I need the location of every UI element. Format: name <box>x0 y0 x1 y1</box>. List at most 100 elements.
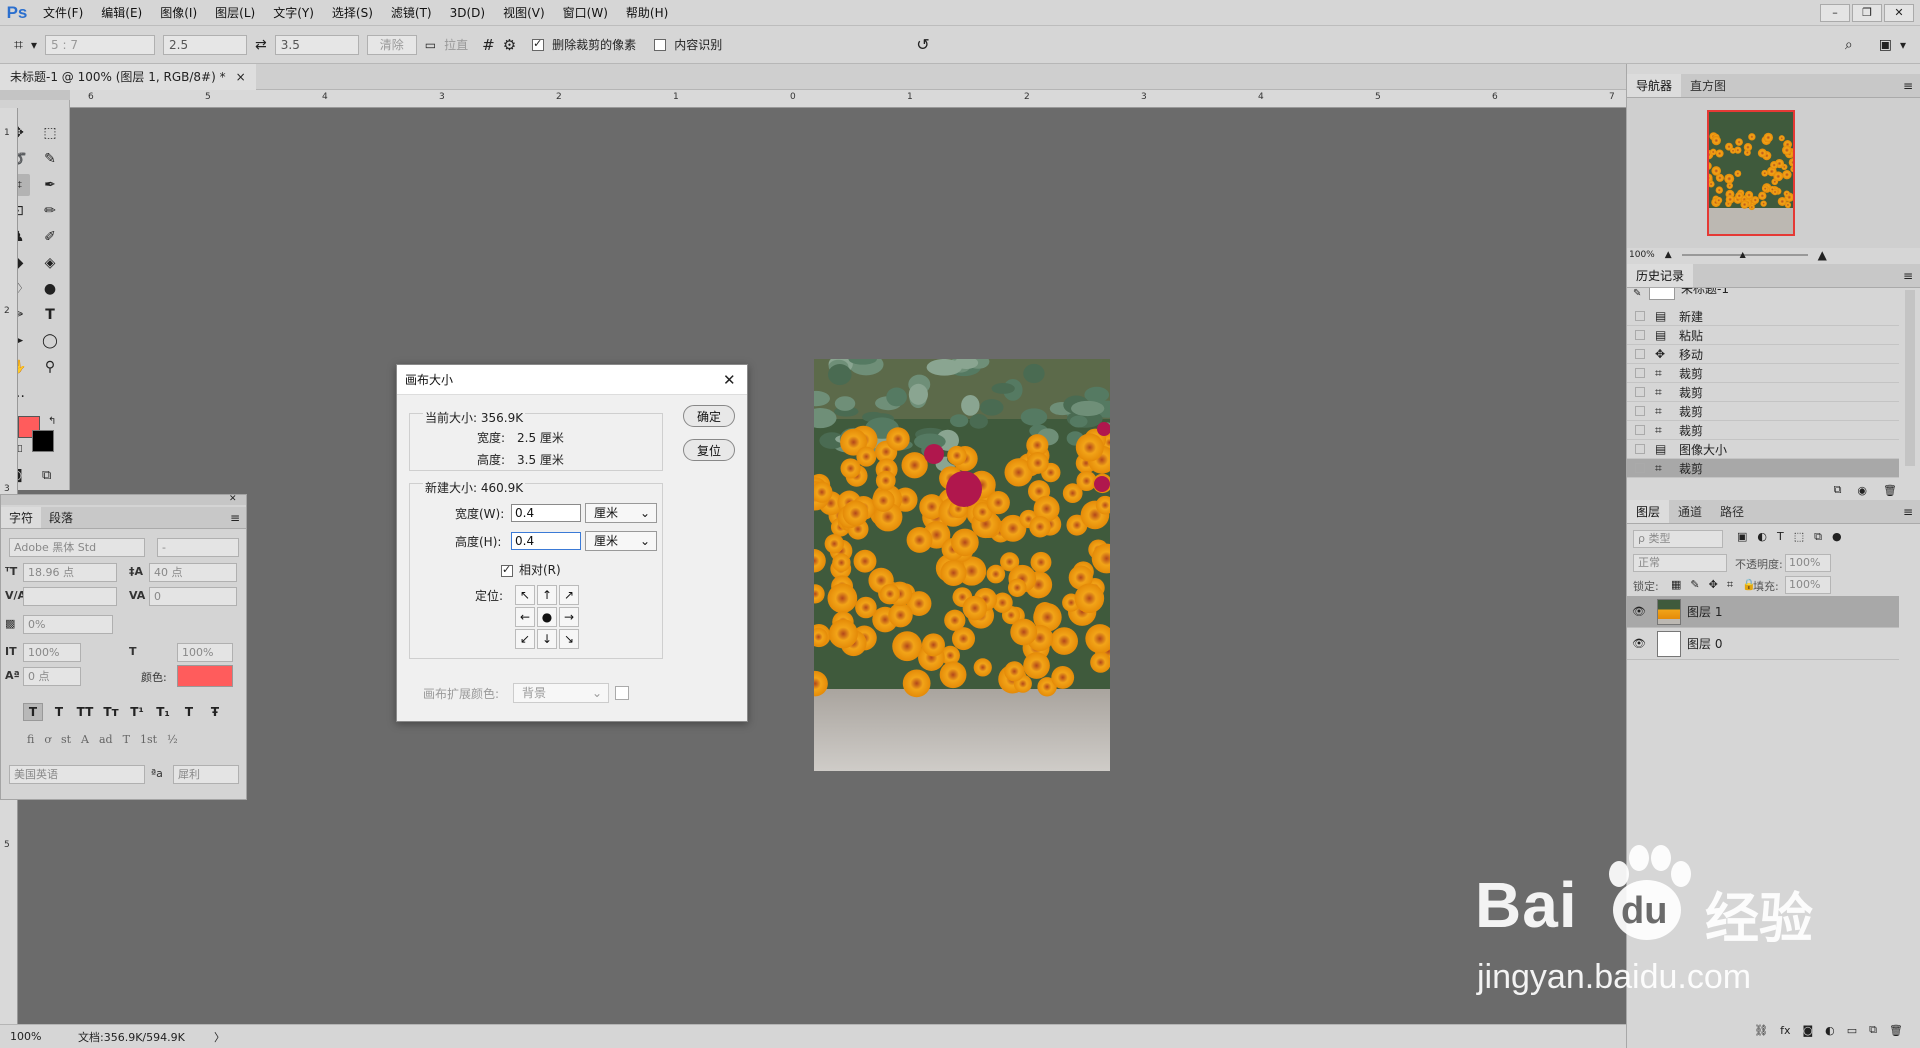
panel-menu-icon[interactable]: ≡ <box>230 507 246 528</box>
link-icon[interactable]: ⛓ <box>1754 1024 1768 1037</box>
layer-name[interactable]: 图层 0 <box>1687 635 1722 652</box>
menu-item[interactable]: 图像(I) <box>151 0 206 26</box>
reset-crop-icon[interactable]: ↺ <box>916 35 929 54</box>
ellipse-tool-icon[interactable]: ◯ <box>38 330 62 352</box>
aa-mode-select[interactable]: 犀利 <box>173 765 239 784</box>
filter-shape-icon[interactable]: ⬚ <box>1794 530 1804 544</box>
baseline-field[interactable]: 0 点 <box>23 667 81 686</box>
layer-name[interactable]: 图层 1 <box>1687 603 1722 620</box>
menu-item[interactable]: 编辑(E) <box>92 0 151 26</box>
menu-item[interactable]: 帮助(H) <box>617 0 677 26</box>
zoom-tool-icon[interactable]: ⚲ <box>38 356 62 378</box>
relative-checkbox[interactable] <box>501 563 513 577</box>
width-input[interactable]: 0.4 <box>511 504 581 522</box>
tab-history[interactable]: 历史记录 <box>1627 264 1694 287</box>
zoom-level[interactable]: 100% <box>0 1030 60 1043</box>
history-item[interactable]: ⌗ 裁剪 <box>1627 402 1899 421</box>
menu-item[interactable]: 图层(L) <box>206 0 264 26</box>
document-tab[interactable]: 未标题-1 @ 100% (图层 1, RGB/8#) * × <box>0 64 256 90</box>
history-item[interactable]: ⌗ 裁剪 <box>1627 459 1899 478</box>
new-layer-icon[interactable]: ⧉ <box>1869 1023 1877 1037</box>
lock-artboard-icon[interactable]: ⌗ <box>1727 578 1733 592</box>
history-item[interactable]: ▤ 图像大小 <box>1627 440 1899 459</box>
anchor-cell[interactable]: ↘ <box>559 629 579 649</box>
opentype-button[interactable]: st <box>61 733 71 746</box>
history-item[interactable]: ⌗ 裁剪 <box>1627 383 1899 402</box>
dodge-icon[interactable]: ● <box>38 278 62 300</box>
text-style-button[interactable]: TT <box>75 703 95 721</box>
menu-item[interactable]: 窗口(W) <box>554 0 617 26</box>
history-snapshot[interactable]: ✎ 未标题-1 <box>1627 288 1920 304</box>
history-source-box[interactable] <box>1635 425 1645 435</box>
anchor-cell[interactable]: ← <box>515 607 535 627</box>
filter-toggle-icon[interactable]: ● <box>1832 530 1842 544</box>
history-item[interactable]: ✥ 移动 <box>1627 345 1899 364</box>
tool-preset-dropdown-icon[interactable]: ▾ <box>31 38 37 52</box>
text-style-button[interactable]: T₁ <box>153 703 173 721</box>
camera-icon[interactable]: ◉ <box>1857 484 1867 497</box>
minimize-icon[interactable]: – <box>1820 3 1850 22</box>
anchor-cell[interactable]: ↓ <box>537 629 557 649</box>
anchor-cell[interactable]: ↗ <box>559 585 579 605</box>
horizontal-scale-field[interactable]: 100% <box>177 643 233 662</box>
navigator-zoom-value[interactable]: 100% <box>1629 250 1655 260</box>
gear-icon[interactable]: ⚙ <box>503 36 516 54</box>
anchor-cell[interactable]: → <box>559 607 579 627</box>
swap-icon[interactable]: ⇄ <box>255 37 267 53</box>
history-item[interactable]: ⌗ 裁剪 <box>1627 421 1899 440</box>
opacity-field[interactable]: 100% <box>1785 554 1831 572</box>
ext-color-swatch[interactable] <box>615 686 629 700</box>
anchor-cell[interactable]: ↙ <box>515 629 535 649</box>
width-unit-select[interactable]: 厘米 ⌄ <box>585 503 657 523</box>
tab-paths[interactable]: 路径 <box>1711 500 1753 523</box>
filter-adjust-icon[interactable]: ◐ <box>1757 530 1767 544</box>
type-tool-icon[interactable]: T <box>38 304 62 326</box>
text-style-button[interactable]: T <box>23 703 43 721</box>
text-style-button[interactable]: T <box>179 703 199 721</box>
crop-width-input[interactable]: 2.5 <box>163 34 248 55</box>
menu-item[interactable]: 文件(F) <box>34 0 92 26</box>
anchor-cell[interactable]: ↑ <box>537 585 557 605</box>
canvas-area[interactable] <box>70 108 1626 1024</box>
scale-field[interactable]: 0% <box>23 615 113 634</box>
eyedropper-icon[interactable]: ✒ <box>38 174 62 196</box>
height-input[interactable]: 0.4 <box>511 532 581 550</box>
opentype-button[interactable]: A <box>81 733 89 746</box>
clear-button[interactable]: 清除 <box>366 34 417 55</box>
lock-paint-icon[interactable]: ✎ <box>1690 578 1699 592</box>
swap-colors-icon[interactable]: ↰ <box>48 416 56 427</box>
fill-field[interactable]: 100% <box>1785 576 1831 594</box>
history-source-box[interactable] <box>1635 311 1645 321</box>
mask-icon[interactable]: ◙ <box>1802 1024 1813 1037</box>
lock-move-icon[interactable]: ✥ <box>1709 578 1718 592</box>
panel-menu-icon[interactable]: ≡ <box>1903 264 1920 287</box>
opentype-button[interactable]: fi <box>27 733 34 746</box>
navigator-thumbnail[interactable] <box>1707 110 1795 236</box>
zoom-in-icon[interactable]: ▲ <box>1818 248 1827 262</box>
status-menu-icon[interactable]: 〉 <box>206 1029 225 1045</box>
text-color-swatch[interactable] <box>177 665 233 687</box>
text-style-button[interactable]: T <box>49 703 69 721</box>
vertical-scale-field[interactable]: 100% <box>23 643 81 662</box>
layer-filter-select[interactable]: ρ 类型 <box>1633 530 1723 548</box>
text-style-button[interactable]: Tт <box>101 703 121 721</box>
panel-menu-icon[interactable]: ≡ <box>1903 74 1920 97</box>
history-source-box[interactable] <box>1635 444 1645 454</box>
menu-item[interactable]: 滤镜(T) <box>382 0 441 26</box>
trash-icon[interactable]: 🗑 <box>1883 484 1897 497</box>
history-item[interactable]: ⌗ 裁剪 <box>1627 364 1899 383</box>
zoom-slider-thumb[interactable]: ▲ <box>1740 250 1746 259</box>
history-source-box[interactable] <box>1635 349 1645 359</box>
trash-icon[interactable]: 🗑 <box>1889 1024 1903 1037</box>
workspace-icon[interactable]: ▣ <box>1879 37 1892 53</box>
zoom-slider[interactable]: ▲ <box>1681 250 1808 259</box>
history-brush-icon[interactable]: ✐ <box>38 226 62 248</box>
content-aware-checkbox[interactable] <box>654 38 667 51</box>
panel-menu-icon[interactable]: ≡ <box>1903 500 1920 523</box>
anchor-cell[interactable]: ● <box>537 607 557 627</box>
straighten-icon[interactable]: ▭ <box>425 38 436 52</box>
history-scrollbar[interactable] <box>1905 290 1915 466</box>
tab-histogram[interactable]: 直方图 <box>1681 74 1735 97</box>
brush-icon[interactable]: ✏ <box>38 200 62 222</box>
tab-layers[interactable]: 图层 <box>1627 500 1670 523</box>
